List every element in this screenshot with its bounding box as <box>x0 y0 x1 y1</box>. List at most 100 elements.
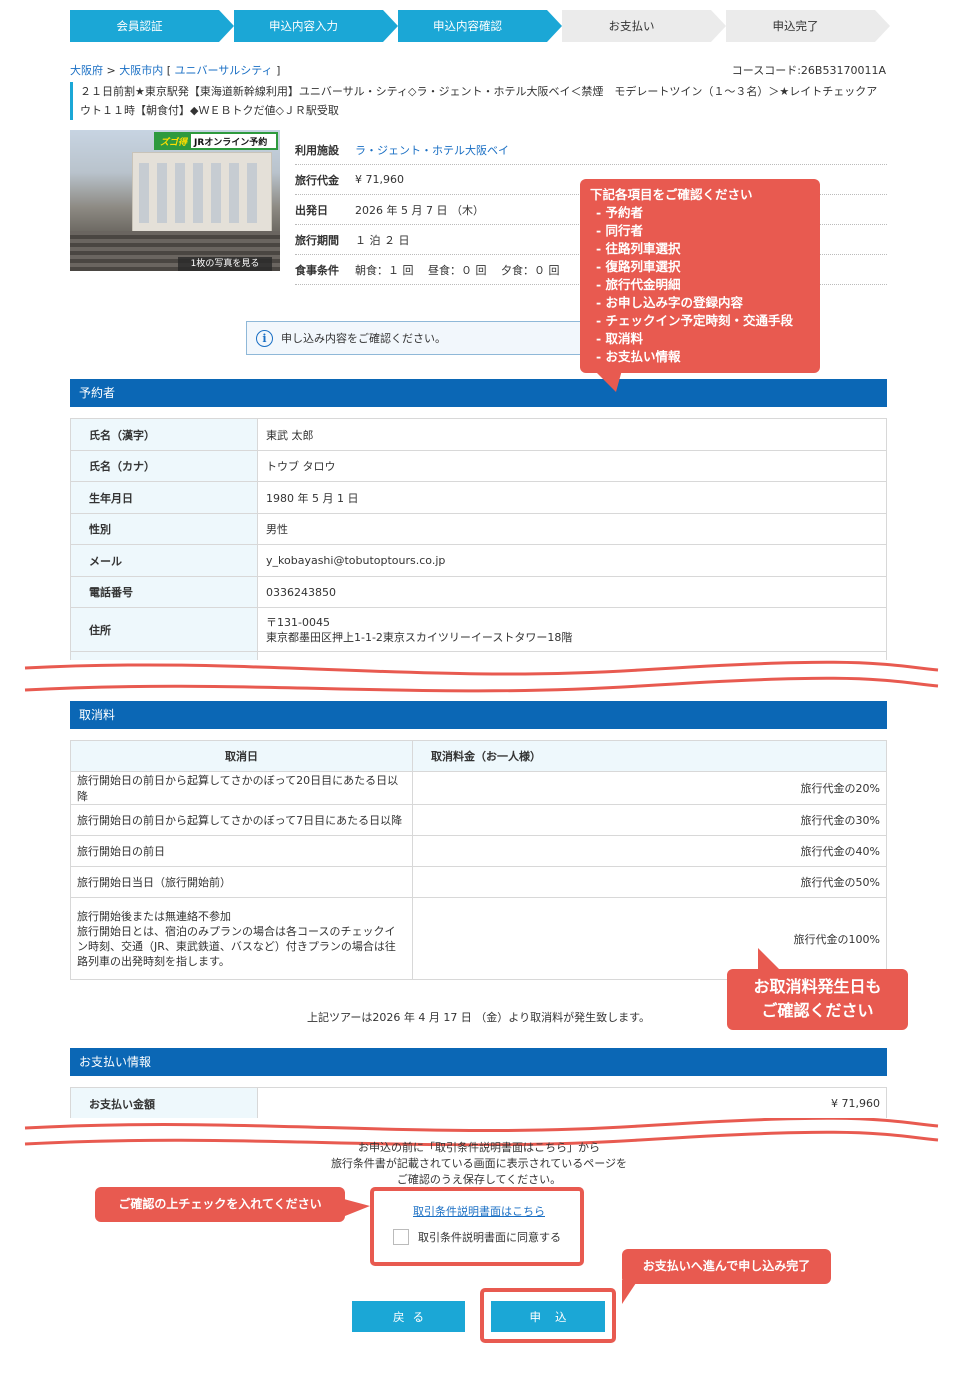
check-callout: ご確認の上チェックを入れてください <box>95 1187 345 1222</box>
breadcrumb: 大阪府 > 大阪市内 [ ユニバーサルシティ ] <box>70 62 280 78</box>
applicant-table: 氏名（漢字） 東武 太郎 氏名（カナ） トウブ タロウ 生年月日 1980 年 5 月… <box>70 418 887 672</box>
postal-code: 〒131-0045 <box>266 615 330 629</box>
row-label: 性別 <box>70 513 258 545</box>
callout-item: - 取消料 <box>596 331 644 346</box>
cancel-day-note: 旅行開始日とは、宿泊のみプランの場合は各コースのチェックイン時刻、交通（JR、東… <box>77 924 396 968</box>
table-row: 性別 男性 <box>70 513 887 545</box>
table-row: メール y_kobayashi@tobutoptours.co.jp <box>70 544 887 577</box>
row-value: トウブ タロウ <box>257 450 887 482</box>
tour-title: ２１日前割★東京駅発【東海道新幹線利用】ユニバーサル・シティ◇ラ・ジェント・ホテ… <box>70 82 886 120</box>
info-label: 食事条件 <box>295 263 339 277</box>
cancel-fee: 旅行代金の50% <box>412 866 887 898</box>
cancel-day: 旅行開始日の前日から起算してさかのぼって20日目にあたる日以降 <box>70 771 413 805</box>
terms-line: 旅行条件書が記載されている画面に表示されているページを <box>330 1157 628 1170</box>
callout-item: - 同行者 <box>596 223 644 238</box>
page-break-wave <box>0 660 958 696</box>
cancel-fee: 旅行代金の100% <box>412 897 887 980</box>
breadcrumb-city-link[interactable]: 大阪市内 <box>119 64 163 77</box>
cancel-table: 取消日 取消料金（お一人様） 旅行開始日の前日から起算してさかのぼって20日目にあ… <box>70 740 887 980</box>
step-label: 申込内容確認 <box>433 19 502 33</box>
course-code: コースコード:26B53170011A <box>731 64 886 77</box>
step-member-auth: 会員認証 <box>70 10 234 42</box>
section-payment: お支払い情報 <box>70 1048 887 1076</box>
badge-logo: ズゴ得 <box>156 134 192 148</box>
callout-title: 下記各項目をご確認ください <box>590 187 753 202</box>
back-button[interactable]: 戻る <box>352 1301 465 1332</box>
table-header-row: 取消日 取消料金（お一人様） <box>70 740 887 772</box>
table-row: 生年月日 1980 年 5 月 1 日 <box>70 481 887 514</box>
wave-lines <box>24 660 939 693</box>
address-line: 東京都墨田区押上1-1-2東京スカイツリーイーストタワー18階 <box>266 630 573 644</box>
row-label: 生年月日 <box>70 481 258 514</box>
table-row: 旅行開始日の前日から起算してさかのぼって20日目にあたる日以降 旅行代金の20% <box>70 771 887 805</box>
notice-text: 申し込み内容をご確認ください。 <box>281 332 446 345</box>
callout-item: - 旅行代金明細 <box>596 277 681 292</box>
payment-callout: お支払いへ進んで申し込み完了 <box>622 1249 831 1284</box>
row-label: 氏名（カナ） <box>70 450 258 482</box>
info-value: ¥ 71,960 <box>355 173 404 186</box>
breadcrumb-area-link[interactable]: ユニバーサルシティ <box>175 64 273 77</box>
callout-item: - お申し込み字の登録内容 <box>596 295 744 310</box>
info-label: 利用施設 <box>295 143 339 157</box>
breadcrumb-pref-link[interactable]: 大阪府 <box>70 64 103 77</box>
cancel-day-line: 旅行開始後または無連絡不参加 <box>77 909 231 923</box>
address-value: 〒131-0045 東京都墨田区押上1-1-2東京スカイツリーイーストタワー18階 <box>257 607 887 652</box>
step-label: お支払い <box>608 19 655 33</box>
row-label: メール <box>70 544 258 577</box>
section-applicant: 予約者 <box>70 379 887 407</box>
row-value: ¥ 71,960 <box>257 1087 887 1120</box>
info-label: 出発日 <box>295 203 328 217</box>
step-payment: お支払い <box>562 10 726 42</box>
step-input: 申込内容入力 <box>234 10 398 42</box>
cancel-day: 旅行開始日の前日から起算してさかのぼって7日目にあたる日以降 <box>70 804 413 836</box>
callout-item: - 予約者 <box>596 205 644 220</box>
callout-item: - 復路列車選択 <box>596 259 681 274</box>
table-row: 電話番号 0336243850 <box>70 576 887 608</box>
breadcrumb-bracket-open: [ <box>163 64 175 77</box>
cancel-day: 旅行開始日の前日 <box>70 835 413 867</box>
info-icon: i <box>256 329 273 347</box>
callout-item: - お支払い情報 <box>596 349 681 364</box>
callout-item: - チェックイン予定時刻・交通手段 <box>596 313 794 328</box>
jr-online-badge: ズゴ得 JRオンライン予約 <box>154 132 278 150</box>
photo-caption[interactable]: 1枚の写真を見る <box>178 257 272 271</box>
confirm-notice: i 申し込み内容をご確認ください。 <box>246 321 586 355</box>
row-value: 東武 太郎 <box>257 418 887 451</box>
hotel-photo[interactable]: ズゴ得 JRオンライン予約 1枚の写真を見る <box>70 130 280 271</box>
row-label: 電話番号 <box>70 576 258 608</box>
info-value: 朝食：１ 回 昼食：０ 回 夕食：０ 回 <box>355 263 560 277</box>
row-value: 男性 <box>257 513 887 545</box>
cancel-day: 旅行開始日当日（旅行開始前） <box>70 866 413 898</box>
row-value: y_kobayashi@tobutoptours.co.jp <box>257 544 887 577</box>
col-header-fee: 取消料金（お一人様） <box>412 740 887 772</box>
info-label: 旅行期間 <box>295 233 339 247</box>
step-confirm: 申込内容確認 <box>398 10 562 42</box>
apply-highlight-frame <box>480 1288 616 1343</box>
row-value: 0336243850 <box>257 576 887 608</box>
callout-item: - 往路列車選択 <box>596 241 681 256</box>
table-row: 旅行開始日当日（旅行開始前） 旅行代金の50% <box>70 866 887 898</box>
checklist-callout: 下記各項目をご確認ください - 予約者 - 同行者 - 往路列車選択 - 復路列… <box>580 179 820 373</box>
row-label: 氏名（漢字） <box>70 418 258 451</box>
callout-line: ご確認ください <box>761 1001 874 1020</box>
step-label: 申込完了 <box>772 19 819 33</box>
table-row: 旅行開始日の前日 旅行代金の40% <box>70 835 887 867</box>
table-row: 氏名（カナ） トウブ タロウ <box>70 450 887 482</box>
cancel-date-callout: お取消料発生日も ご確認ください <box>727 969 908 1030</box>
facility-link[interactable]: ラ・ジェント・ホテル大阪ベイ <box>355 142 509 158</box>
step-label: 申込内容入力 <box>269 19 338 33</box>
info-row-facility: 利用施設 ラ・ジェント・ホテル大阪ベイ <box>295 135 887 165</box>
cancel-day: 旅行開始後または無連絡不参加 旅行開始日とは、宿泊のみプランの場合は各コースのチェ… <box>70 897 413 980</box>
cancel-fee: 旅行代金の20% <box>412 771 887 805</box>
row-label: 住所 <box>70 607 258 652</box>
badge-text: JRオンライン予約 <box>194 137 268 148</box>
callout-line: お取消料発生日も <box>753 977 882 996</box>
cancel-fee: 旅行代金の30% <box>412 804 887 836</box>
info-label: 旅行代金 <box>295 173 339 187</box>
terms-instruction: お申込の前に「取引条件説明書面はこちら」から 旅行条件書が記載されている画面に表… <box>300 1140 658 1188</box>
row-label: お支払い金額 <box>70 1087 258 1120</box>
table-row: お支払い金額 ¥ 71,960 <box>70 1087 887 1120</box>
row-value: 1980 年 5 月 1 日 <box>257 481 887 514</box>
terms-line: お申込の前に「取引条件説明書面はこちら」から <box>358 1141 600 1154</box>
breadcrumb-bracket-close: ] <box>272 64 281 77</box>
